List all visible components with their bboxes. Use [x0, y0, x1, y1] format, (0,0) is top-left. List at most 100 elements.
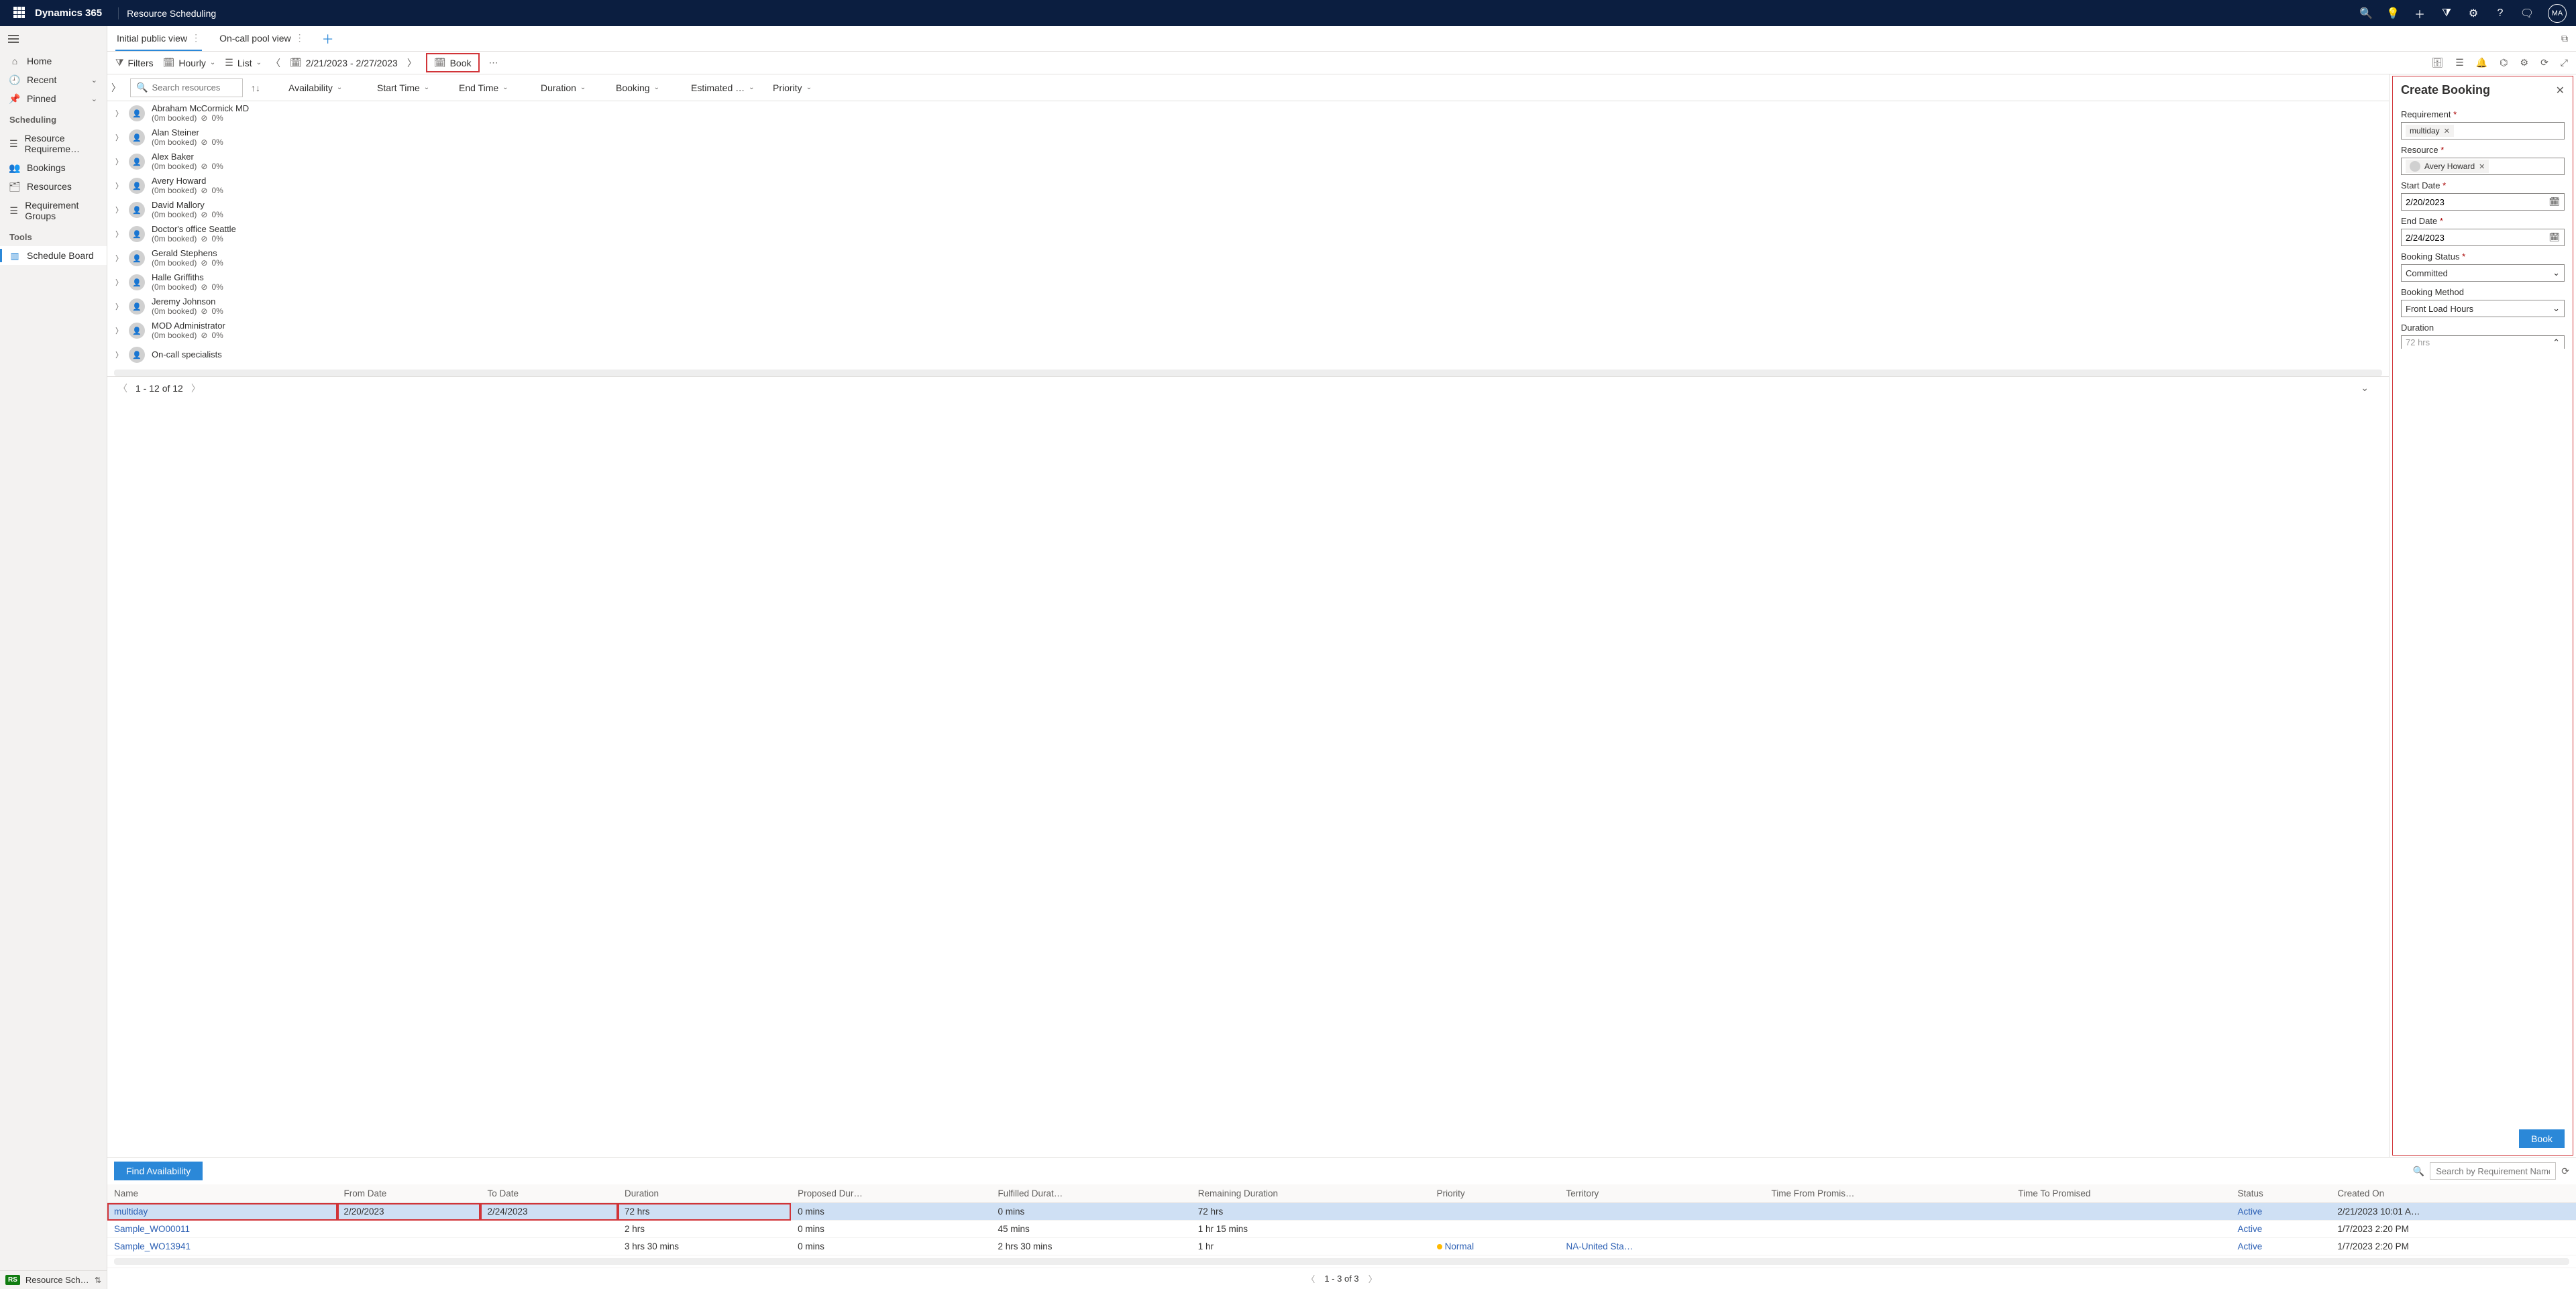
expand-icon[interactable]: 〉 [115, 180, 122, 191]
tab-more-icon[interactable]: ⋮ [295, 32, 305, 44]
date-field[interactable] [2406, 233, 2548, 243]
column-header[interactable]: Created On [2330, 1184, 2576, 1203]
status-link[interactable]: Active [2237, 1241, 2262, 1251]
col-duration[interactable]: Duration⌄ [541, 82, 608, 93]
expand-icon[interactable]: 〉 [115, 156, 122, 167]
prev-range-icon[interactable]: 〈 [271, 56, 280, 70]
nav-recent[interactable]: 🕘Recent⌄ [0, 70, 107, 89]
resource-tag[interactable]: Avery Howard✕ [2406, 160, 2489, 173]
column-header[interactable]: To Date [480, 1184, 618, 1203]
resource-row[interactable]: 〉👤Jeremy Johnson(0m booked) ⊘ 0% [107, 294, 2389, 319]
prev-page-icon[interactable]: 〈 [1306, 1272, 1315, 1285]
tab-more-icon[interactable]: ⋮ [191, 32, 201, 44]
hierarchy-icon[interactable]: ⌬ [2500, 57, 2508, 68]
nav-pinned[interactable]: 📌Pinned⌄ [0, 89, 107, 108]
calendar-icon[interactable]: 🗓 [2548, 197, 2560, 207]
col-booking[interactable]: Booking⌄ [616, 82, 683, 93]
nav-resources[interactable]: 🗂Resources [0, 177, 107, 196]
col-estimated[interactable]: Estimated …⌄ [691, 82, 765, 93]
requirement-tag[interactable]: multiday✕ [2406, 125, 2454, 137]
resource-row[interactable]: 〉👤Halle Griffiths(0m booked) ⊘ 0% [107, 270, 2389, 294]
date-field[interactable] [2406, 197, 2548, 207]
expand-icon[interactable]: 〉 [115, 205, 122, 215]
search-resources-input[interactable]: 🔍 [130, 78, 243, 97]
status-link[interactable]: Active [2237, 1207, 2262, 1217]
col-end-time[interactable]: End Time⌄ [459, 82, 533, 93]
table-row[interactable]: Sample_WO000112 hrs0 mins45 mins1 hr 15 … [107, 1221, 2576, 1238]
resource-row[interactable]: 〉👤David Mallory(0m booked) ⊘ 0% [107, 198, 2389, 222]
priority-link[interactable]: Normal [1445, 1241, 1474, 1251]
resource-row[interactable]: 〉👤Doctor's office Seattle(0m booked) ⊘ 0… [107, 222, 2389, 246]
column-header[interactable]: Status [2231, 1184, 2330, 1203]
calendar-icon[interactable]: 🗓 [2548, 232, 2560, 243]
gear-icon[interactable]: ⚙ [2520, 57, 2529, 68]
column-header[interactable]: Proposed Dur… [791, 1184, 991, 1203]
name-link[interactable]: Sample_WO00011 [114, 1224, 190, 1234]
column-header[interactable]: Remaining Duration [1191, 1184, 1430, 1203]
horizontal-scrollbar[interactable] [114, 370, 2382, 376]
find-availability-button[interactable]: Find Availability [114, 1162, 203, 1180]
resource-row[interactable]: 〉👤Alan Steiner(0m booked) ⊘ 0% [107, 125, 2389, 150]
panel-book-button[interactable]: Book [2519, 1129, 2565, 1148]
search-field[interactable] [152, 82, 237, 93]
horizontal-scrollbar[interactable] [114, 1258, 2569, 1265]
nav-resource-requirements[interactable]: ☰Resource Requireme… [0, 129, 107, 158]
filters-button[interactable]: ⧩Filters [115, 57, 154, 68]
duration-input[interactable]: 72 hrs⌃ [2401, 335, 2565, 349]
table-row[interactable]: Sample_WO139413 hrs 30 mins0 mins2 hrs 3… [107, 1238, 2576, 1255]
menu-toggle-icon[interactable] [0, 26, 107, 52]
next-range-icon[interactable]: 〉 [407, 56, 417, 70]
nav-schedule-board[interactable]: ▥Schedule Board [0, 246, 107, 265]
filter-icon[interactable]: ⧩ [2440, 7, 2453, 19]
toolbar-icon-2[interactable]: ☰ [2455, 57, 2464, 68]
tab[interactable]: Initial public view⋮ [115, 26, 202, 51]
col-priority[interactable]: Priority⌄ [773, 82, 833, 93]
expand-toggle-icon[interactable]: 〉 [111, 81, 122, 95]
bell-icon[interactable]: 🔔 [2476, 57, 2487, 68]
column-header[interactable]: Territory [1560, 1184, 1765, 1203]
expand-icon[interactable]: 〉 [115, 325, 122, 336]
requirement-search-input[interactable] [2430, 1162, 2556, 1180]
resource-row[interactable]: 〉👤Avery Howard(0m booked) ⊘ 0% [107, 174, 2389, 198]
resource-row[interactable]: 〉👤On-call specialists [107, 343, 2389, 367]
requirement-input[interactable]: multiday✕ [2401, 122, 2565, 139]
close-icon[interactable]: ✕ [2556, 84, 2565, 97]
sort-icon[interactable]: ↑↓ [251, 82, 260, 93]
name-link[interactable]: multiday [114, 1207, 148, 1217]
column-header[interactable]: From Date [337, 1184, 481, 1203]
expand-icon[interactable]: 〉 [115, 253, 122, 264]
expand-icon[interactable]: 〉 [115, 349, 122, 360]
col-availability[interactable]: Availability⌄ [288, 82, 369, 93]
search-icon[interactable]: 🔍 [2413, 1166, 2424, 1177]
sidebar-footer[interactable]: RS Resource Schedul… ⇅ [0, 1270, 107, 1289]
resource-row[interactable]: 〉👤MOD Administrator(0m booked) ⊘ 0% [107, 319, 2389, 343]
book-button[interactable]: 🗓Book [426, 53, 480, 72]
expand-icon[interactable]: 〉 [115, 108, 122, 119]
refresh-icon[interactable]: ⟳ [2540, 57, 2548, 68]
expand-icon[interactable]: 〉 [115, 132, 122, 143]
column-header[interactable]: Priority [1430, 1184, 1560, 1203]
avatar[interactable]: MA [2548, 4, 2567, 23]
territory-link[interactable]: NA-United Sta… [1566, 1241, 1633, 1251]
daterange-picker[interactable]: 🗓2/21/2023 - 2/27/2023 [290, 57, 398, 68]
expand-icon[interactable]: ⤢ [2561, 57, 2568, 68]
tab[interactable]: On-call pool view⋮ [218, 26, 306, 51]
col-start-time[interactable]: Start Time⌄ [377, 82, 451, 93]
resource-row[interactable]: 〉👤Alex Baker(0m booked) ⊘ 0% [107, 150, 2389, 174]
hourly-dropdown[interactable]: 🗓Hourly⌄ [163, 57, 216, 68]
popout-icon[interactable]: ⧉ [2561, 33, 2568, 44]
resource-row[interactable]: 〉👤Gerald Stephens(0m booked) ⊘ 0% [107, 246, 2389, 270]
column-header[interactable]: Time To Promised [2011, 1184, 2231, 1203]
search-icon[interactable]: 🔍 [2360, 7, 2372, 19]
column-header[interactable]: Duration [618, 1184, 791, 1203]
remove-tag-icon[interactable]: ✕ [2479, 162, 2485, 171]
expand-icon[interactable]: 〉 [115, 301, 122, 312]
expand-icon[interactable]: 〉 [115, 277, 122, 288]
search-field[interactable] [2436, 1166, 2550, 1176]
nav-bookings[interactable]: 👥Bookings [0, 158, 107, 177]
nav-home[interactable]: ⌂Home [0, 52, 107, 70]
start-date-input[interactable]: 🗓 [2401, 193, 2565, 211]
toolbar-icon-1[interactable]: 🗄 [2431, 57, 2443, 68]
more-icon[interactable]: ⋯ [489, 57, 498, 68]
plus-icon[interactable]: ＋ [2414, 7, 2426, 19]
